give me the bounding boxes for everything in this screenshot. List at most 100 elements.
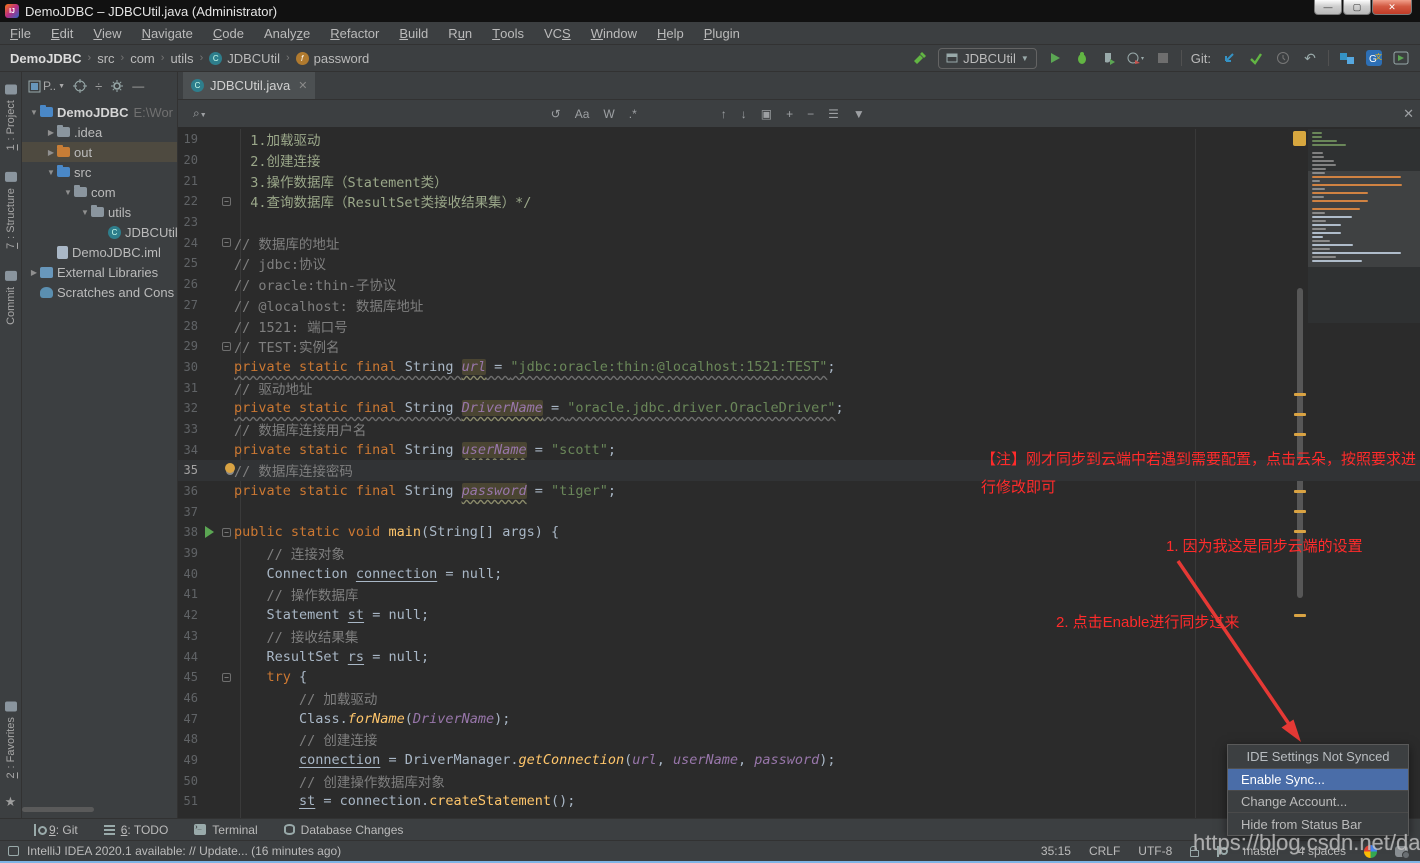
tree-down-arrow-icon[interactable]: ▼ [45, 168, 57, 177]
menu-item-navigate[interactable]: Navigate [132, 22, 203, 44]
fold-marker-icon[interactable]: − [222, 672, 231, 682]
remove-selection-icon[interactable]: − [807, 107, 814, 121]
collapse-all-button[interactable]: ÷ [95, 79, 102, 94]
menu-item-vcs[interactable]: VC S [534, 22, 581, 44]
run-button[interactable] [1046, 49, 1064, 67]
code-line-25[interactable]: 25 // jdbc:协议 [178, 253, 1420, 274]
tree-down-arrow-icon[interactable]: ▼ [79, 208, 91, 217]
translate-plugin-icon[interactable]: G文 [1365, 49, 1383, 67]
tree-item-scratches-and-cons[interactable]: Scratches and Cons [22, 282, 177, 302]
regex-toggle[interactable]: .* [629, 107, 637, 121]
code-line-40[interactable]: 40 Connection connection = null; [178, 563, 1420, 584]
code-line-29[interactable]: 29 −// TEST:实例名 [178, 336, 1420, 357]
horizontal-scrollbar[interactable] [22, 807, 94, 812]
find-input[interactable] [213, 103, 544, 124]
match-case-toggle[interactable]: Aa [575, 107, 590, 121]
menu-item-analyze[interactable]: Analy z e [254, 22, 320, 44]
toolwindow-6-todo[interactable]: 6: TODO [103, 823, 168, 837]
toolwindow-terminal[interactable]: Terminal [194, 823, 258, 837]
fold-marker-icon[interactable]: − [222, 341, 231, 351]
filter-icon[interactable]: ▼ [853, 107, 865, 121]
fold-marker-icon[interactable]: − [222, 528, 231, 538]
popup-item-change-account-[interactable]: Change Account... [1228, 791, 1408, 813]
run-anything-icon[interactable] [1392, 49, 1410, 67]
tree-down-arrow-icon[interactable]: ▼ [28, 108, 40, 117]
menu-item-tools[interactable]: Tools [482, 22, 534, 44]
popup-item-enable-sync-[interactable]: Enable Sync... [1228, 769, 1408, 791]
tree-right-arrow-icon[interactable]: ▶ [45, 148, 57, 157]
breadcrumb-password[interactable]: f password [295, 51, 369, 66]
tree-item-demojdbc[interactable]: ▼ DemoJDBC E:\Wor [22, 102, 177, 122]
toolwindow-9-git[interactable]: 9: Git [34, 823, 78, 837]
code-line-23[interactable]: 23 [178, 212, 1420, 233]
build-hammer-icon[interactable] [911, 49, 929, 67]
code-line-33[interactable]: 33 // 数据库连接用户名 [178, 419, 1420, 440]
code-line-27[interactable]: 27 // @localhost: 数据库地址 [178, 295, 1420, 316]
status-utf-8[interactable]: UTF-8 [1138, 844, 1172, 858]
update-project-button[interactable] [1220, 49, 1238, 67]
code-line-45[interactable]: 45 − try { [178, 667, 1420, 688]
history-button[interactable] [1274, 49, 1292, 67]
find-in-selection-icon[interactable]: ▣ [761, 107, 772, 121]
close-button[interactable]: ✕ [1372, 0, 1412, 15]
fold-marker-icon[interactable]: − [222, 197, 231, 207]
code-line-21[interactable]: 21 3.操作数据库（Statement类） [178, 170, 1420, 191]
coverage-button[interactable] [1100, 49, 1118, 67]
code-line-31[interactable]: 31 // 驱动地址 [178, 377, 1420, 398]
search-icon[interactable]: ⌕▼ [193, 106, 207, 121]
code-with-me-icon[interactable] [1338, 49, 1356, 67]
tool-stripe-7-structure[interactable]: 7: Structure [4, 170, 17, 249]
menu-item-view[interactable]: View [83, 22, 131, 44]
menu-item-file[interactable]: File [0, 22, 41, 44]
close-tab-icon[interactable]: ✕ [298, 79, 307, 92]
run-line-icon[interactable] [205, 526, 214, 539]
run-configuration-select[interactable]: JDBCUtil ▼ [938, 47, 1037, 69]
tool-stripe-1-project[interactable]: 1: Project [4, 82, 17, 150]
menu-item-edit[interactable]: Edit [41, 22, 83, 44]
favorites-star-icon[interactable]: ★ [5, 794, 17, 810]
menu-item-window[interactable]: Window [581, 22, 647, 44]
prev-occurrence-button[interactable]: ↑ [721, 107, 727, 121]
select-all-occurrences-icon[interactable]: ☰ [828, 107, 839, 121]
minimize-button[interactable]: — [1314, 0, 1342, 15]
menu-item-run[interactable]: Run [438, 22, 482, 44]
restore-button[interactable]: ▢ [1343, 0, 1371, 15]
code-line-30[interactable]: 30 private static final String url = "jdb… [178, 357, 1420, 378]
fold-marker-icon[interactable]: − [222, 238, 231, 248]
tool-stripe-commit[interactable]: Commit [4, 269, 17, 325]
breadcrumb-com[interactable]: com [130, 51, 155, 66]
code-line-24[interactable]: 24 −// 数据库的地址 [178, 232, 1420, 253]
close-find-bar-icon[interactable]: ✕ [1403, 106, 1414, 122]
update-notification-icon[interactable] [8, 846, 19, 856]
add-selection-icon[interactable]: + [786, 107, 793, 121]
tree-item-out[interactable]: ▶ out [22, 142, 177, 162]
project-view-mode-select[interactable]: P.. ▼ [28, 79, 65, 93]
tree-item-com[interactable]: ▼ com [22, 182, 177, 202]
code-line-47[interactable]: 47 Class.forName(DriverName); [178, 708, 1420, 729]
breadcrumb-utils[interactable]: utils [170, 51, 193, 66]
tree-item-demojdbc-iml[interactable]: DemoJDBC.iml [22, 242, 177, 262]
locate-file-button[interactable] [73, 79, 88, 93]
settings-gear-icon[interactable] [110, 79, 124, 93]
tree-right-arrow-icon[interactable]: ▶ [28, 268, 40, 277]
toolwindow-database-changes[interactable]: Database Changes [283, 823, 403, 837]
tree-right-arrow-icon[interactable]: ▶ [45, 128, 57, 137]
breadcrumb-src[interactable]: src [97, 51, 114, 66]
code-line-19[interactable]: 19 1.加载驱动 [178, 129, 1420, 150]
status-message[interactable]: IntelliJ IDEA 2020.1 available: // Updat… [27, 844, 341, 858]
hide-panel-button[interactable]: — [132, 79, 144, 93]
whole-words-toggle[interactable]: W [603, 107, 614, 121]
menu-item-build[interactable]: Build [389, 22, 438, 44]
tree-item-jdbcutil[interactable]: C JDBCUtil [22, 222, 177, 242]
tool-stripe-2-favorites[interactable]: 2: Favorites [4, 699, 17, 778]
menu-item-code[interactable]: Code [203, 22, 254, 44]
code-line-22[interactable]: 22 − 4.查询数据库（ResultSet类接收结果集）*/ [178, 191, 1420, 212]
menu-item-plugin[interactable]: Plugin [694, 22, 750, 44]
status-35-15[interactable]: 35:15 [1041, 844, 1071, 858]
tree-item-src[interactable]: ▼ src [22, 162, 177, 182]
breadcrumb-demojdbc[interactable]: DemoJDBC [10, 51, 82, 66]
menu-item-refactor[interactable]: Refactor [320, 22, 389, 44]
code-line-44[interactable]: 44 ResultSet rs = null; [178, 646, 1420, 667]
tree-item--idea[interactable]: ▶ .idea [22, 122, 177, 142]
code-line-26[interactable]: 26 // oracle:thin-子协议 [178, 274, 1420, 295]
